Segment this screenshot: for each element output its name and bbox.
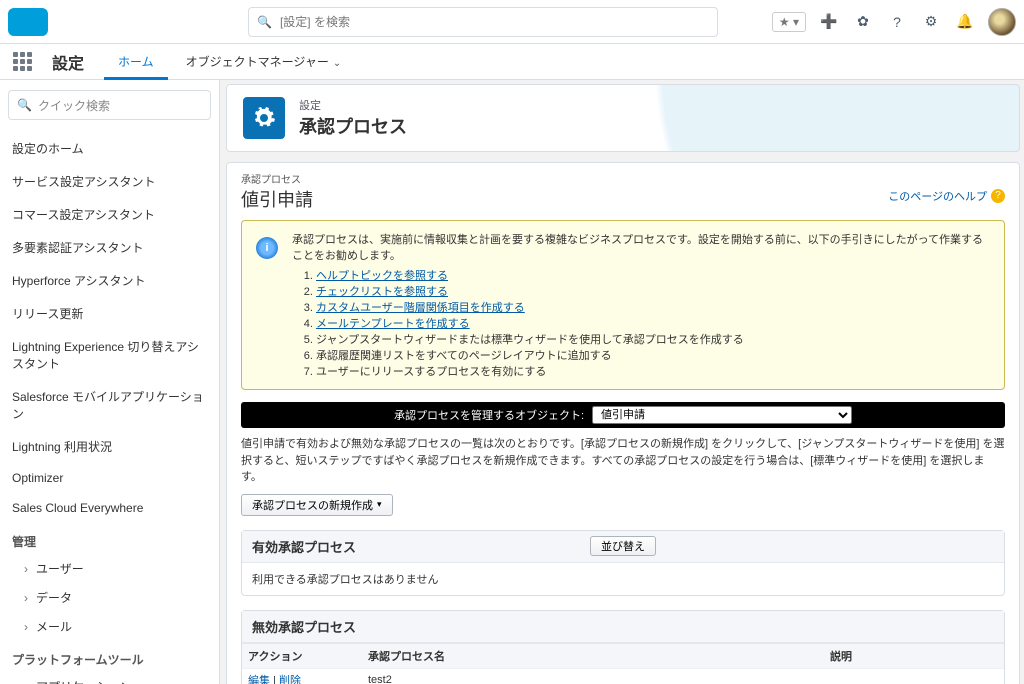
bell-icon[interactable]: 🔔 bbox=[954, 11, 976, 33]
page-header: 設定 承認プロセス bbox=[226, 84, 1020, 152]
search-icon: 🔍 bbox=[17, 98, 32, 112]
search-placeholder: [設定] を検索 bbox=[280, 13, 350, 30]
main-panel: 承認プロセス 値引申請 このページのヘルプ ? i 承認プロセスは、実施前に情報… bbox=[226, 162, 1020, 684]
action-link[interactable]: 削除 bbox=[279, 675, 301, 684]
table-row: 編集 | 削除test2 bbox=[242, 668, 1004, 684]
global-search[interactable]: 🔍 [設定] を検索 bbox=[248, 7, 718, 37]
setup-sidebar: 🔍 クイック検索 設定のホーム サービス設定アシスタント コマース設定アシスタン… bbox=[0, 80, 220, 684]
desc-cell bbox=[824, 668, 1004, 684]
page-title: 承認プロセス bbox=[299, 113, 407, 139]
sidebar-item-data[interactable]: データ bbox=[8, 583, 211, 612]
description-text: 値引申請で有効および無効な承認プロセスの一覧は次のとおりです。[承認プロセスの新… bbox=[241, 436, 1005, 486]
active-processes-section: 有効承認プロセス 並び替え 利用できる承認プロセスはありません bbox=[241, 530, 1005, 596]
sidebar-mobile-app[interactable]: Salesforce モバイルアプリケーション bbox=[8, 380, 211, 430]
info-intro: 承認プロセスは、実施前に情報収集と計画を要する複雑なビジネスプロセスです。設定を… bbox=[292, 231, 990, 263]
info-link-1[interactable]: ヘルプトピックを参照する bbox=[316, 270, 448, 282]
trailhead-icon[interactable]: ✿ bbox=[852, 11, 874, 33]
sidebar-section-platform: プラットフォームツール bbox=[8, 641, 211, 672]
content-area: 設定 承認プロセス 承認プロセス 値引申請 このページのヘルプ ? i bbox=[220, 80, 1024, 684]
sidebar-lex-switch[interactable]: Lightning Experience 切り替えアシスタント bbox=[8, 330, 211, 380]
quick-find-input[interactable]: 🔍 クイック検索 bbox=[8, 90, 211, 120]
app-launcher-icon[interactable] bbox=[8, 48, 36, 76]
panel-title: 値引申請 bbox=[241, 186, 313, 212]
info-link-2[interactable]: チェックリストを参照する bbox=[316, 286, 448, 298]
sidebar-item-mail[interactable]: メール bbox=[8, 612, 211, 641]
info-step-6: 承認履歴関連リストをすべてのページレイアウトに追加する bbox=[316, 350, 612, 362]
chevron-down-icon: ⌄ bbox=[333, 58, 341, 69]
page-help-link[interactable]: このページのヘルプ ? bbox=[888, 188, 1005, 204]
info-step-5: ジャンプスタートウィザードまたは標準ウィザードを使用して承認プロセスを作成する bbox=[316, 334, 744, 346]
favorites-button[interactable]: ★ ▾ bbox=[772, 12, 806, 32]
manage-object-label: 承認プロセスを管理するオブジェクト: bbox=[394, 407, 584, 423]
sidebar-item-apps[interactable]: アプリケーション bbox=[8, 672, 211, 684]
plus-icon[interactable]: ➕ bbox=[818, 11, 840, 33]
tab-object-manager[interactable]: オブジェクトマネージャー⌄ bbox=[172, 44, 356, 80]
page-eyebrow: 設定 bbox=[299, 97, 407, 113]
sidebar-release-updates[interactable]: リリース更新 bbox=[8, 297, 211, 330]
help-icon: ? bbox=[991, 189, 1005, 203]
name-cell: test2 bbox=[362, 668, 824, 684]
avatar[interactable] bbox=[988, 8, 1016, 36]
tab-home[interactable]: ホーム bbox=[104, 44, 168, 80]
active-heading: 有効承認プロセス bbox=[252, 537, 356, 556]
info-step-7: ユーザーにリリースするプロセスを有効にする bbox=[316, 366, 546, 378]
header-actions: ★ ▾ ➕ ✿ ? ⚙ 🔔 bbox=[772, 8, 1016, 36]
context-title: 設定 bbox=[52, 50, 84, 74]
panel-eyebrow: 承認プロセス bbox=[241, 171, 313, 186]
info-link-4[interactable]: メールテンプレートを作成する bbox=[316, 318, 470, 330]
sidebar-hyperforce[interactable]: Hyperforce アシスタント bbox=[8, 264, 211, 297]
gear-icon bbox=[243, 97, 285, 139]
inactive-heading: 無効承認プロセス bbox=[252, 617, 356, 636]
sidebar-mfa-assistant[interactable]: 多要素認証アシスタント bbox=[8, 231, 211, 264]
col-name: 承認プロセス名 bbox=[362, 643, 824, 668]
sidebar-sales-cloud[interactable]: Sales Cloud Everywhere bbox=[8, 493, 211, 523]
action-link[interactable]: 編集 bbox=[248, 675, 270, 684]
inactive-processes-section: 無効承認プロセス アクション 承認プロセス名 説明 編集 | 削除test2編集… bbox=[241, 610, 1005, 684]
reorder-button[interactable]: 並び替え bbox=[590, 536, 656, 556]
info-icon: i bbox=[256, 237, 278, 259]
salesforce-logo bbox=[8, 8, 48, 36]
sidebar-setup-home[interactable]: 設定のホーム bbox=[8, 132, 211, 165]
info-box: i 承認プロセスは、実施前に情報収集と計画を要する複雑なビジネスプロセスです。設… bbox=[241, 220, 1005, 390]
sidebar-item-users[interactable]: ユーザー bbox=[8, 554, 211, 583]
action-cell: 編集 | 削除 bbox=[242, 668, 362, 684]
sidebar-service-assistant[interactable]: サービス設定アシスタント bbox=[8, 165, 211, 198]
new-approval-process-button[interactable]: 承認プロセスの新規作成 bbox=[241, 494, 393, 516]
active-empty: 利用できる承認プロセスはありません bbox=[242, 563, 1004, 595]
gear-icon[interactable]: ⚙ bbox=[920, 11, 942, 33]
search-icon: 🔍 bbox=[257, 15, 272, 29]
global-header: 🔍 [設定] を検索 ★ ▾ ➕ ✿ ? ⚙ 🔔 bbox=[0, 0, 1024, 44]
col-action: アクション bbox=[242, 643, 362, 668]
info-link-3[interactable]: カスタムユーザー階層関係項目を作成する bbox=[316, 302, 525, 314]
help-icon[interactable]: ? bbox=[886, 11, 908, 33]
sidebar-commerce-assistant[interactable]: コマース設定アシスタント bbox=[8, 198, 211, 231]
manage-object-select[interactable]: 値引申請 bbox=[592, 406, 852, 424]
sidebar-lightning-usage[interactable]: Lightning 利用状況 bbox=[8, 430, 211, 463]
context-bar: 設定 ホーム オブジェクトマネージャー⌄ bbox=[0, 44, 1024, 80]
manage-object-bar: 承認プロセスを管理するオブジェクト: 値引申請 bbox=[241, 402, 1005, 428]
col-desc: 説明 bbox=[824, 643, 1004, 668]
sidebar-section-admin: 管理 bbox=[8, 523, 211, 554]
sidebar-optimizer[interactable]: Optimizer bbox=[8, 463, 211, 493]
inactive-table: アクション 承認プロセス名 説明 編集 | 削除test2編集 | 有効化 | … bbox=[242, 643, 1004, 684]
